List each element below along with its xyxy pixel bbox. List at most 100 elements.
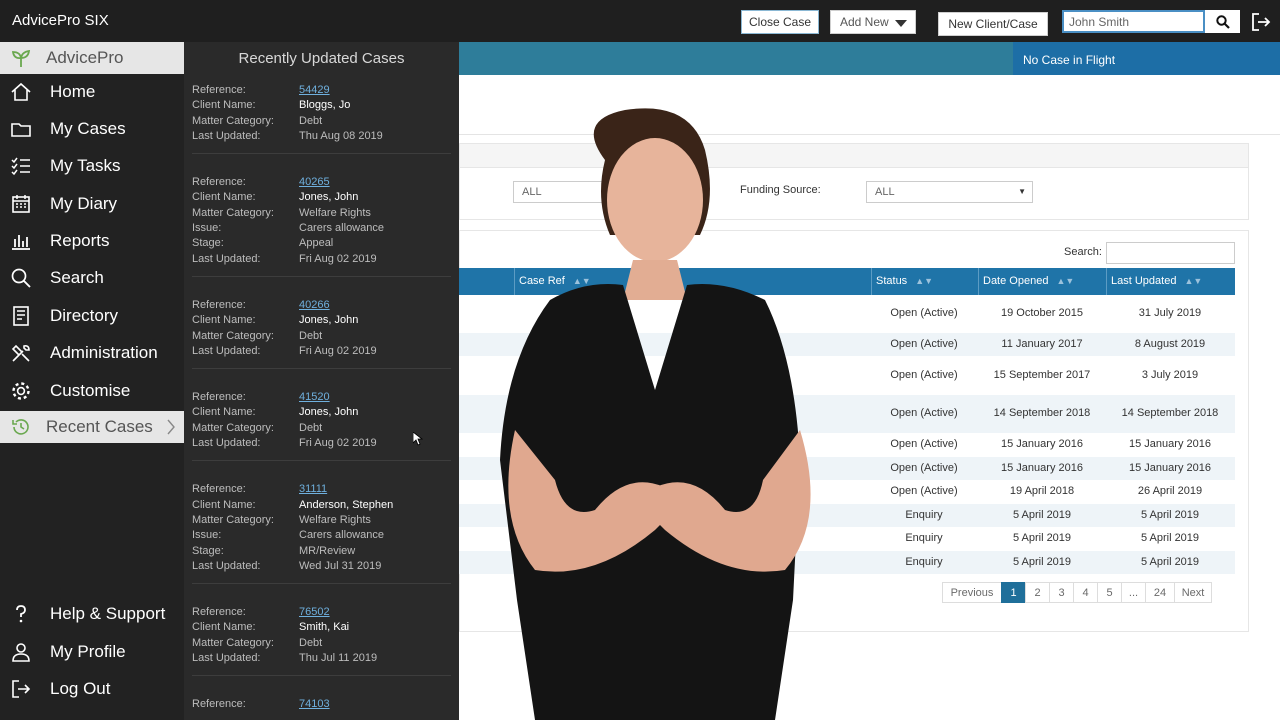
sidebar-item-reports[interactable]: Reports <box>0 223 184 259</box>
recent-case-field-label: Issue: <box>192 529 222 542</box>
sidebar-item-label: Search <box>50 268 104 287</box>
sidebar-item-label: My Cases <box>50 119 126 138</box>
sidebar-item-recent-cases[interactable]: Recent Cases <box>0 411 184 443</box>
cell-updated: 26 April 2019 <box>1137 485 1203 497</box>
sidebar-item-label: Customise <box>50 381 131 400</box>
sidebar-item-my-diary[interactable]: My Diary <box>0 186 184 222</box>
sidebar-item-administration[interactable]: Administration <box>0 335 184 371</box>
pagination: Previous 1 2 3 4 5... 24 Next <box>942 582 1212 603</box>
page-24[interactable]: 24 <box>1145 582 1175 603</box>
sidebar-item-log-out[interactable]: Log Out <box>0 671 184 707</box>
case-reference-link[interactable]: 40265 <box>299 176 330 188</box>
cell-status: Enquiry <box>905 555 943 568</box>
sidebar-item-search[interactable]: Search <box>0 260 184 296</box>
page-previous[interactable]: Previous <box>942 582 1002 603</box>
add-new-button[interactable]: Add New <box>830 10 916 34</box>
recent-case-field: Client Name: Jones, John <box>192 406 451 421</box>
recent-case-field-label: Stage: <box>192 544 224 557</box>
column-date-opened[interactable]: Date Opened ▲▼ <box>983 275 1074 287</box>
recent-case-field-label: Matter Category: <box>192 513 274 526</box>
new-client-case-button[interactable]: New Client/Case <box>938 12 1048 36</box>
cell-opened: 5 April 2019 <box>1012 508 1072 521</box>
case-reference-link[interactable]: 76502 <box>299 606 330 618</box>
sidebar-item-customise[interactable]: Customise <box>0 373 184 409</box>
recent-case-field-label: Last Updated: <box>192 344 261 357</box>
cell-opened: 5 April 2019 <box>1012 532 1072 544</box>
case-reference-link[interactable]: 54429 <box>299 84 330 96</box>
sidebar-item-label: Help & Support <box>50 604 166 623</box>
case-reference-link[interactable]: 41520 <box>299 391 330 403</box>
page-5[interactable]: 5 <box>1097 582 1122 603</box>
recent-case-field-value: Wed Jul 31 2019 <box>299 559 382 572</box>
tasks-icon <box>11 157 30 176</box>
search-icon <box>11 268 31 288</box>
close-case-button[interactable]: Close Case <box>741 10 819 34</box>
global-search-input[interactable] <box>1062 10 1205 33</box>
sidebar-item-label: Directory <box>50 306 119 325</box>
case-reference-link[interactable]: 74103 <box>299 698 330 710</box>
home-icon <box>11 82 31 101</box>
recent-case-field-value: Thu Aug 08 2019 <box>299 129 383 142</box>
recent-case-field-label: Client Name: <box>192 99 256 112</box>
cell-status: Open (Active) <box>890 407 958 419</box>
case-reference-link[interactable]: 31111 <box>299 483 327 495</box>
recent-case-field: Matter Category: Welfare Rights <box>192 207 451 222</box>
recent-case-field: Last Updated: Thu Aug 08 2019 <box>192 130 451 145</box>
cell-opened: 15 January 2016 <box>1001 438 1083 450</box>
history-icon <box>12 419 29 435</box>
case-divider <box>192 460 451 462</box>
sidebar-item-label: Home <box>50 82 96 101</box>
sidebar-item-label: Administration <box>50 343 158 362</box>
search-icon <box>1215 14 1230 29</box>
chevron-right-icon <box>167 419 175 435</box>
recent-case-field: Matter Category: Debt <box>192 637 451 652</box>
sidebar-item-help-support[interactable]: Help & Support <box>0 596 184 632</box>
cell-opened: 14 September 2018 <box>993 407 1091 419</box>
recent-case-item: Reference: 40265 Client Name: Jones, John Ma… <box>192 176 451 268</box>
funding-source-value: ALL <box>875 186 895 198</box>
recent-case-field-label: Reference: <box>192 299 246 311</box>
sidebar-brand[interactable]: AdvicePro <box>0 42 184 74</box>
recent-case-field-value: Debt <box>299 421 323 434</box>
sidebar-item-my-profile[interactable]: My Profile <box>0 634 184 670</box>
help-icon <box>16 605 26 623</box>
page-4[interactable]: 4 <box>1073 582 1098 603</box>
page-1[interactable]: 1 <box>1001 582 1026 603</box>
user-icon <box>12 643 30 662</box>
recent-case-item: Reference: 31111 Client Name: Anderson, Ste… <box>192 483 451 575</box>
page-next[interactable]: Next <box>1174 582 1212 603</box>
recent-case-field-label: Reference: <box>192 698 246 711</box>
page-ellipsis: ... <box>1121 582 1146 603</box>
recent-case-field-value: Fri Aug 02 2019 <box>299 252 377 265</box>
cell-status: Open (Active) <box>890 307 958 319</box>
recent-case-field: Client Name: Jones, John <box>192 314 451 329</box>
case-divider <box>192 153 451 155</box>
recent-case-field-value: Fri Aug 02 2019 <box>299 344 377 357</box>
page-2[interactable]: 2 <box>1025 582 1050 603</box>
recent-case-field-value: Jones, John <box>299 191 359 204</box>
sidebar-item-my-tasks[interactable]: My Tasks <box>0 148 184 184</box>
recent-case-field-value: Debt <box>299 329 323 342</box>
recent-case-field: Client Name: Jones, John <box>192 191 451 206</box>
sprout-icon <box>11 49 31 67</box>
page-3[interactable]: 3 <box>1049 582 1074 603</box>
recent-case-field: Client Name: Anderson, Stephen <box>192 499 451 514</box>
recent-case-field-value: Smith, Kai <box>299 621 350 634</box>
column-last-updated[interactable]: Last Updated ▲▼ <box>1111 275 1202 287</box>
recent-case-field-value: Debt <box>299 114 323 127</box>
case-reference-link[interactable]: 40266 <box>299 299 330 311</box>
sidebar-item-my-cases[interactable]: My Cases <box>0 111 184 147</box>
sidebar-item-home[interactable]: Home <box>0 74 184 110</box>
cell-updated: 5 April 2019 <box>1140 555 1200 568</box>
sidebar-item-label: My Tasks <box>50 156 121 175</box>
sidebar-item-directory[interactable]: Directory <box>0 298 184 334</box>
search-button[interactable] <box>1205 10 1240 33</box>
recent-case-field: Reference: 41520 <box>192 391 451 406</box>
table-search-input[interactable] <box>1106 242 1235 264</box>
logout-icon[interactable] <box>1250 11 1272 33</box>
case-divider <box>192 368 451 370</box>
column-status[interactable]: Status ▲▼ <box>876 275 933 287</box>
caret-down-icon <box>895 20 907 27</box>
recent-case-field: Issue: Carers allowance <box>192 222 451 237</box>
funding-source-select[interactable]: ALL ▼ <box>866 181 1033 203</box>
